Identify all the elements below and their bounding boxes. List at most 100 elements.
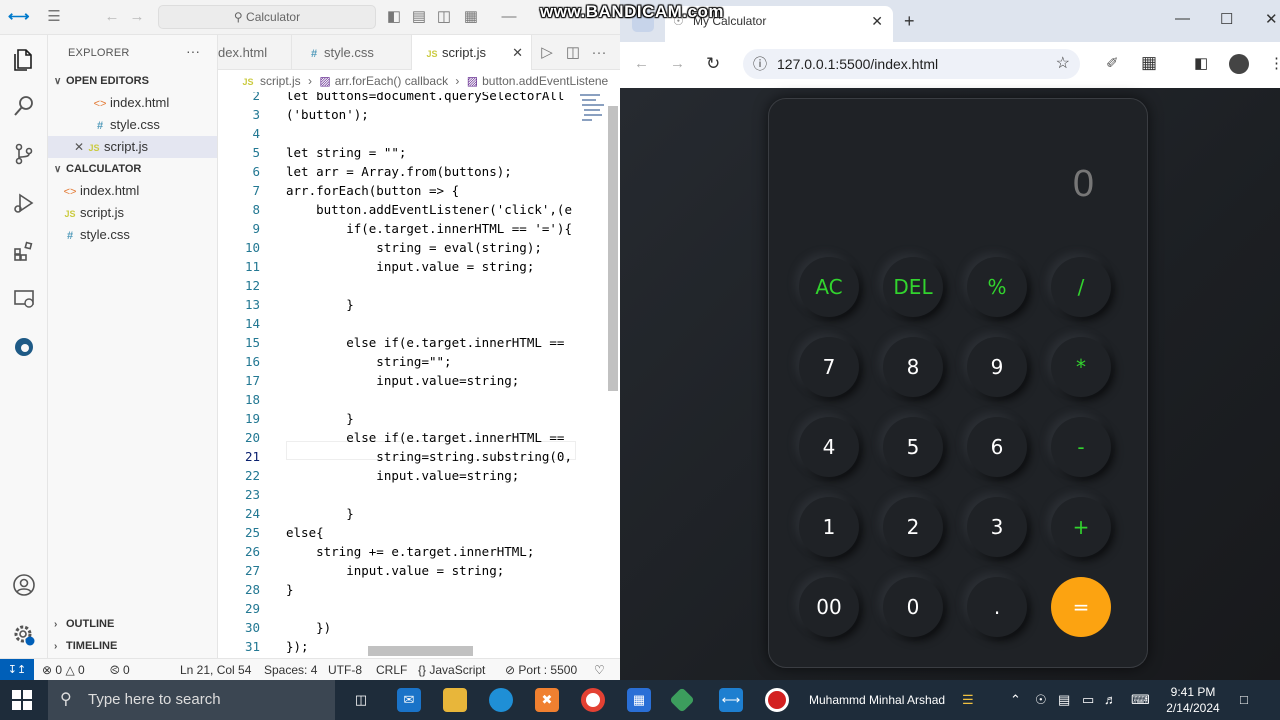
open-editor-item[interactable]: <> index.html	[48, 92, 217, 114]
code-line[interactable]: }	[286, 297, 354, 312]
taskbar-user-name[interactable]: Muhammd Minhal Arshad	[809, 680, 945, 720]
close-tab-icon[interactable]: ✕	[871, 6, 883, 36]
edge-browser-icon[interactable]	[489, 688, 513, 712]
manage-gear-icon[interactable]	[12, 623, 36, 647]
code-line[interactable]: input.value = string;	[286, 259, 534, 274]
outline-section[interactable]: › OUTLINE	[54, 618, 114, 630]
back-arrow-icon[interactable]: ←	[103, 8, 121, 26]
code-line[interactable]: let arr = Array.from(buttons);	[286, 164, 512, 179]
menu-icon[interactable]: ☰	[45, 8, 63, 26]
vertical-scrollbar[interactable]	[608, 106, 618, 391]
calc-button-digit[interactable]: 2	[883, 497, 943, 557]
task-view-icon[interactable]: ◫	[349, 688, 373, 712]
code-line[interactable]: else if(e.target.innerHTML ==	[286, 335, 564, 350]
battery-icon[interactable]: ▭	[1082, 692, 1094, 708]
git-app-icon[interactable]	[669, 687, 695, 713]
minimize-window-icon[interactable]: —	[1175, 10, 1190, 27]
toggle-sidebar-icon[interactable]: ◧	[385, 8, 403, 26]
calc-button-digit[interactable]: 6	[967, 417, 1027, 477]
calc-button-operator[interactable]: DEL	[883, 257, 943, 317]
code-line[interactable]: string="";	[286, 354, 451, 369]
explorer-icon[interactable]	[12, 47, 36, 71]
volume-icon[interactable]: ♬	[1104, 692, 1117, 707]
calc-button-operator[interactable]: AC	[799, 257, 859, 317]
minimap[interactable]	[578, 92, 608, 132]
tab-index-html[interactable]: dex.html	[218, 35, 292, 70]
tab-style-css[interactable]: # style.css	[292, 35, 412, 70]
code-line[interactable]: input.value=string;	[286, 468, 519, 483]
taskbar-search[interactable]: ⚲ Type here to search	[48, 680, 335, 720]
more-actions-icon[interactable]: ···	[590, 44, 608, 62]
breadcrumb-item[interactable]: script.js	[260, 74, 301, 88]
minimize-icon[interactable]: —	[500, 8, 518, 26]
code-line[interactable]: button.addEventListener('click',(e	[286, 202, 572, 217]
show-hidden-icons-icon[interactable]: ⌃	[1010, 692, 1021, 708]
search-sidebar-icon[interactable]	[12, 94, 36, 118]
calc-button-digit[interactable]: 1	[799, 497, 859, 557]
forward-icon[interactable]: →	[670, 55, 685, 72]
bookmark-star-icon[interactable]: ☆	[1056, 49, 1070, 79]
command-center-search[interactable]: ⚲ Calculator	[158, 5, 376, 29]
end-of-line[interactable]: CRLF	[376, 659, 407, 680]
edge-devtools-icon[interactable]	[12, 335, 36, 359]
code-editor[interactable]: 2 let buttons=document.querySelectorAll 3 (…	[218, 92, 620, 658]
language-mode[interactable]: {} JavaScript	[418, 659, 485, 680]
code-line[interactable]: let string = "";	[286, 145, 406, 160]
xampp-icon[interactable]: ✖	[535, 688, 559, 712]
store-icon[interactable]: ▦	[627, 688, 651, 712]
encoding[interactable]: UTF-8	[328, 659, 362, 680]
code-line[interactable]: input.value=string;	[286, 373, 519, 388]
open-editor-item[interactable]: # style.css	[48, 114, 217, 136]
side-panel-icon[interactable]: ◧	[1194, 54, 1208, 72]
address-bar[interactable]: ⓘ 127.0.0.1:5500/index.html ☆	[743, 49, 1080, 79]
timeline-section[interactable]: › TIMELINE	[54, 640, 117, 652]
calc-button-digit[interactable]: 4	[799, 417, 859, 477]
indentation[interactable]: Spaces: 4	[264, 659, 317, 680]
accounts-icon[interactable]	[12, 573, 36, 597]
code-line[interactable]: ('button');	[286, 107, 369, 122]
code-line[interactable]: }	[286, 506, 354, 521]
calc-button-equals[interactable]: =	[1051, 577, 1111, 637]
bandicam-taskbar-icon[interactable]	[765, 688, 789, 712]
calc-button-operator[interactable]: -	[1051, 417, 1111, 477]
calc-button-digit[interactable]: 00	[799, 577, 859, 637]
forward-arrow-icon[interactable]: →	[128, 8, 146, 26]
code-line[interactable]: else{	[286, 525, 324, 540]
code-line[interactable]: }	[286, 411, 354, 426]
notification-center-icon[interactable]: □	[1240, 692, 1248, 707]
maximize-window-icon[interactable]: ☐	[1220, 10, 1233, 28]
calc-button-operator[interactable]: %	[967, 257, 1027, 317]
reload-icon[interactable]: ↻	[706, 54, 720, 74]
file-tree-item[interactable]: <> index.html	[48, 180, 217, 202]
code-line[interactable]: });	[286, 639, 309, 654]
close-icon[interactable]: ✕	[512, 35, 523, 70]
calc-button-digit[interactable]: 7	[799, 337, 859, 397]
calc-button-digit[interactable]: 0	[883, 577, 943, 637]
calc-button-digit[interactable]: 8	[883, 337, 943, 397]
calc-button-operator[interactable]: +	[1051, 497, 1111, 557]
tab-script-js[interactable]: JS script.js ✕	[412, 35, 532, 70]
project-section[interactable]: ∨ CALCULATOR	[54, 163, 141, 175]
vscode-taskbar-icon[interactable]: ⟷	[719, 688, 743, 712]
run-debug-icon[interactable]	[12, 191, 36, 215]
file-tree-item[interactable]: # style.css	[48, 224, 217, 246]
code-line[interactable]: })	[286, 620, 331, 635]
clock[interactable]: 9:41 PM 2/14/2024	[1160, 684, 1226, 716]
toggle-panel-icon[interactable]: ▤	[410, 8, 428, 26]
open-editor-item-active[interactable]: ✕ JS script.js	[48, 136, 217, 158]
profile-avatar[interactable]	[1229, 54, 1249, 74]
cursor-position[interactable]: Ln 21, Col 54	[180, 659, 251, 680]
code-line[interactable]: input.value = string;	[286, 563, 504, 578]
code-line[interactable]: string = eval(string);	[286, 240, 542, 255]
extension-feather-icon[interactable]: ✐	[1106, 54, 1119, 72]
code-line[interactable]: string += e.target.innerHTML;	[286, 544, 534, 559]
calc-button-operator[interactable]: /	[1051, 257, 1111, 317]
open-editors-section[interactable]: ∨ OPEN EDITORS	[54, 75, 149, 87]
chrome-taskbar-icon[interactable]	[581, 688, 605, 712]
calc-button-operator[interactable]: *	[1051, 337, 1111, 397]
tray-app-icon[interactable]: ☰	[962, 692, 974, 708]
remote-explorer-icon[interactable]	[12, 287, 36, 311]
calculator-display[interactable]	[789, 159, 1094, 209]
site-info-icon[interactable]: ⓘ	[753, 49, 767, 79]
back-icon[interactable]: ←	[634, 55, 649, 72]
